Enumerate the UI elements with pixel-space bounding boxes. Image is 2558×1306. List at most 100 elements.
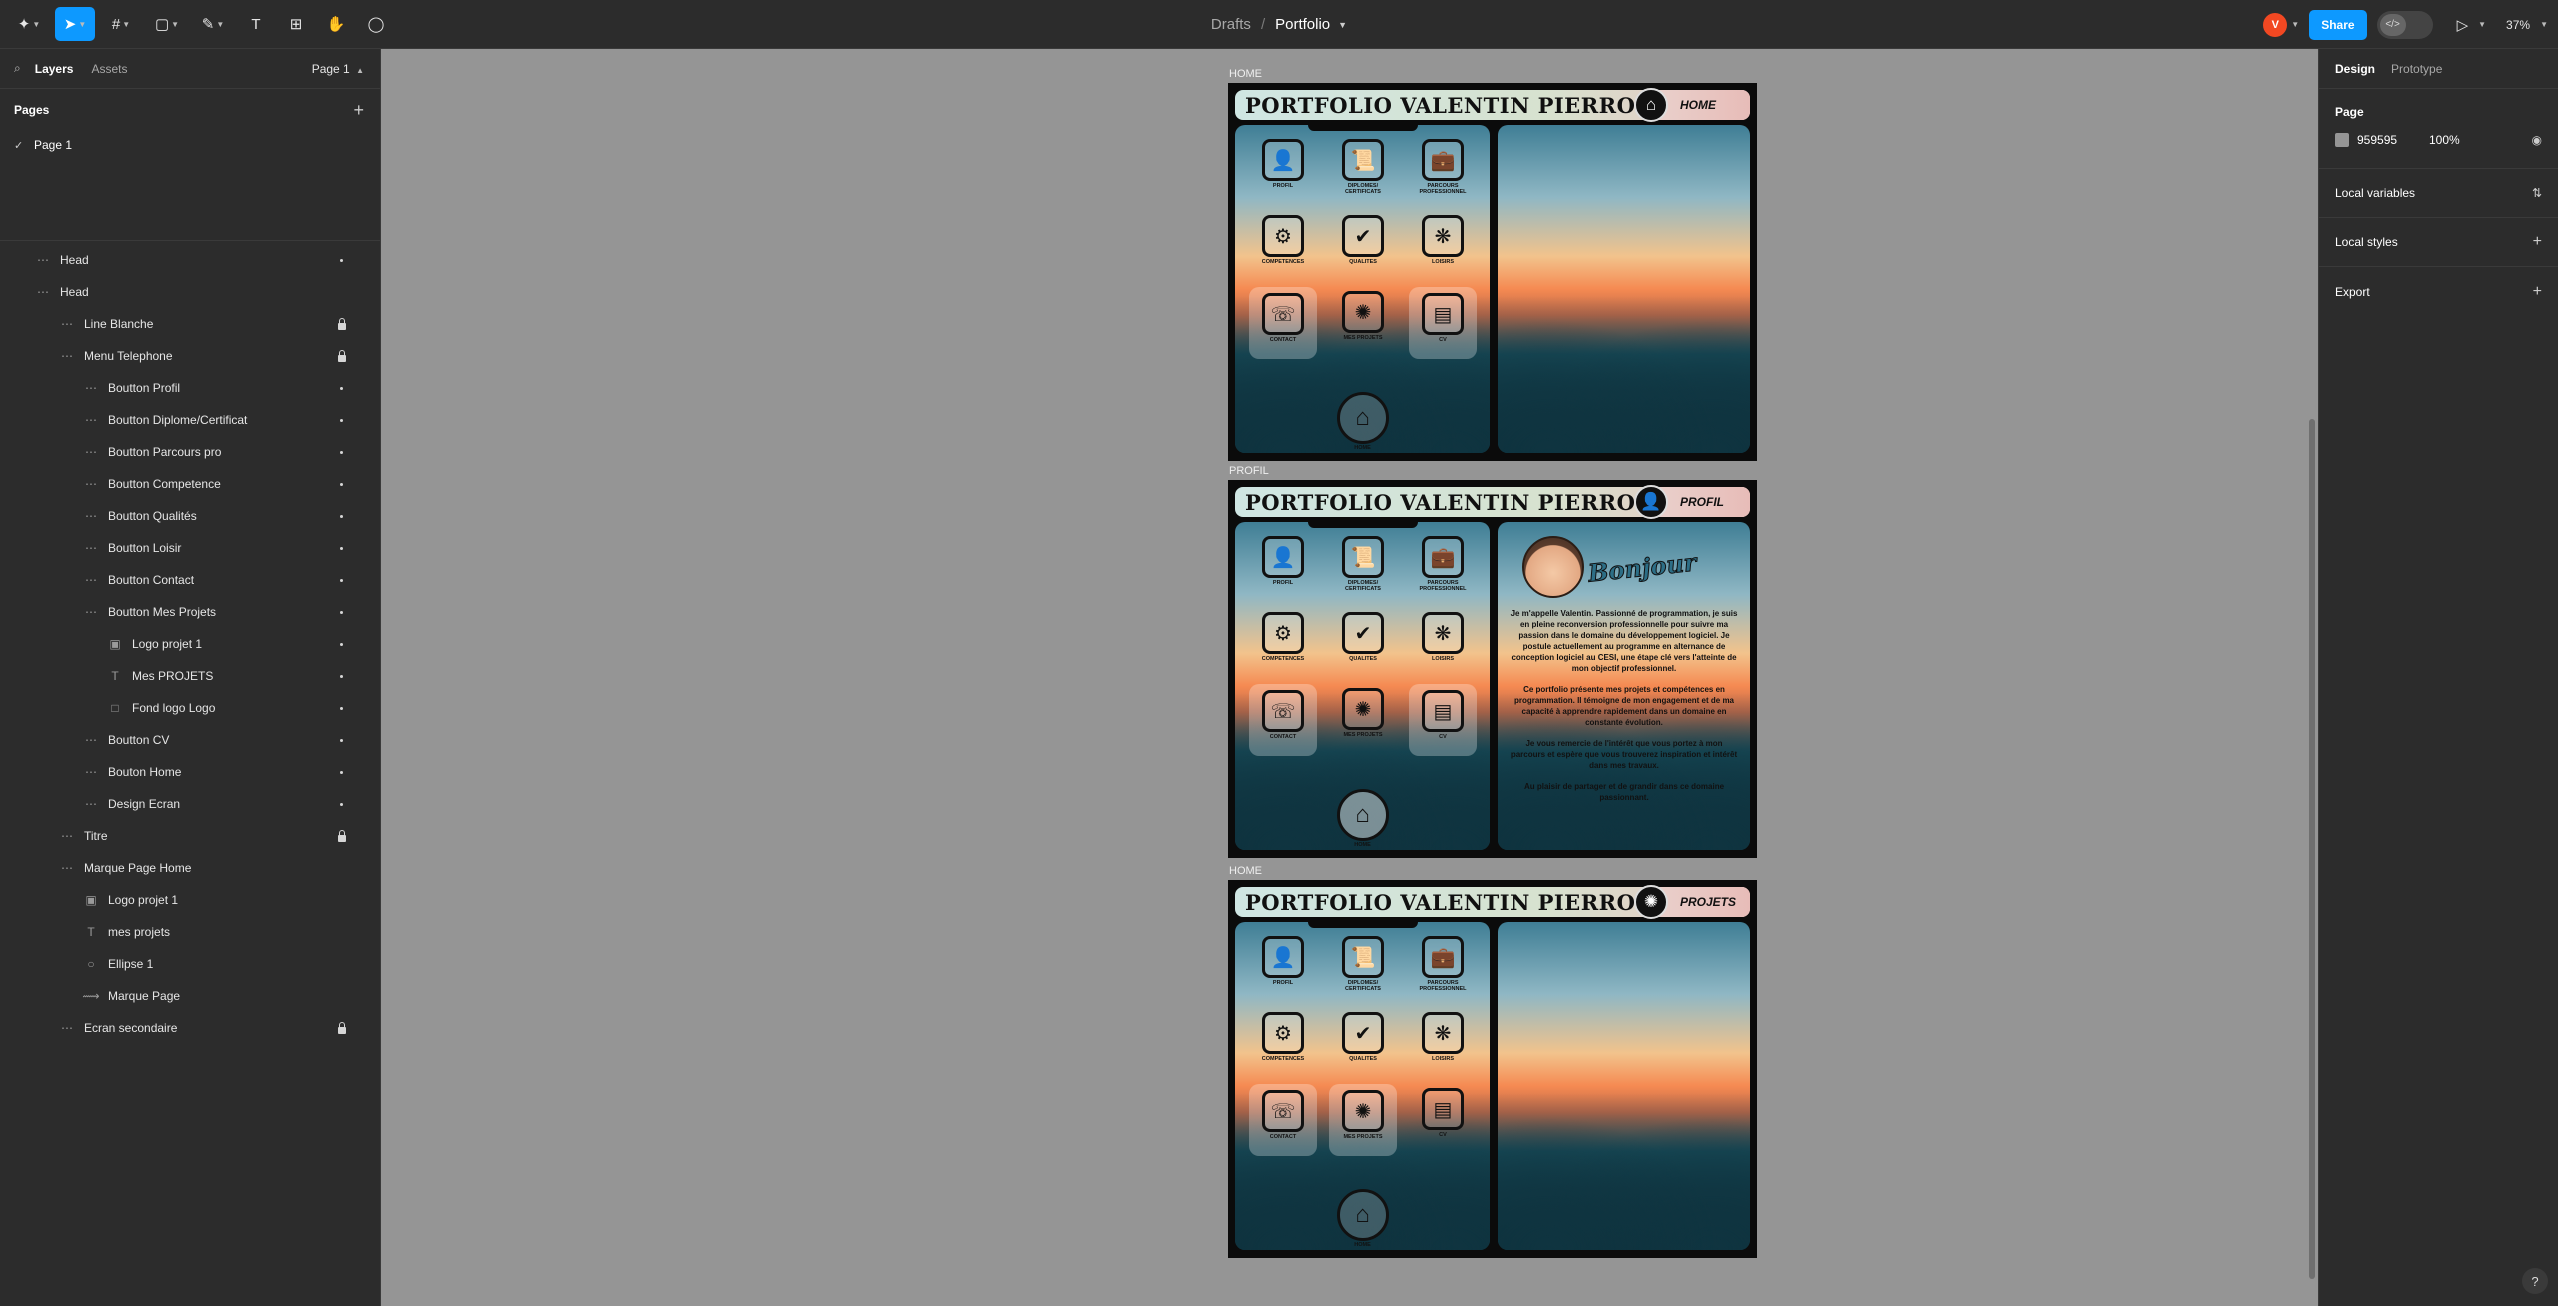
layer-item[interactable]: ⋯ Boutton CV [0,724,380,756]
add-style-icon[interactable]: + [2533,233,2542,251]
layer-item[interactable]: ▣ Logo projet 1 [0,628,380,660]
layer-item[interactable]: ⋯ Titre [0,820,380,852]
layer-item[interactable]: ⋯ Boutton Loisir [0,532,380,564]
layer-item[interactable]: Tmes projets [0,916,380,948]
page-selector[interactable]: Page 1 ▲ [312,62,364,76]
app-button[interactable]: ✔ QUALITES [1323,606,1403,682]
text-tool-button[interactable]: T [239,7,273,41]
app-button[interactable]: 📜 DIPLOMES/ CERTIFICATS [1323,530,1403,606]
visibility-eye-icon[interactable]: ◉ [2532,133,2542,147]
app-button[interactable]: 📜 DIPLOMES/ CERTIFICATS [1323,930,1403,1006]
zoom-chevron-icon[interactable]: ▼ [2540,20,2548,29]
help-button[interactable]: ? [2522,1268,2548,1294]
app-button[interactable]: ⚙ COMPETENCES [1243,209,1323,285]
user-avatar[interactable]: V [2263,12,2288,37]
variables-settings-icon[interactable]: ⇅ [2532,186,2542,200]
avatar-chevron-icon[interactable]: ▼ [2291,20,2299,29]
layer-item[interactable]: ⋯ Head [0,244,380,276]
local-styles-section[interactable]: Local styles + [2319,218,2558,267]
layer-item[interactable]: ⋯ Boutton Profil [0,372,380,404]
app-button[interactable]: 💼 PARCOURS PROFESSIONNEL [1403,530,1483,606]
add-export-icon[interactable]: + [2533,283,2542,301]
app-button[interactable]: ☏ CONTACT [1249,684,1317,756]
file-menu-chevron-icon[interactable]: ▼ [1338,20,1347,30]
app-button[interactable]: 👤 PROFIL [1243,133,1323,209]
page-fill-hex[interactable]: 959595 [2357,133,2429,147]
layer-item[interactable]: □ Fond logo Logo [0,692,380,724]
app-button[interactable]: ✺ MES PROJETS [1323,682,1403,758]
layer-item[interactable]: ⋯ Boutton Contact [0,564,380,596]
shape-tool-button[interactable]: ▢ ▼ [147,7,187,41]
resources-tool-button[interactable]: ⊞ [279,7,313,41]
app-button[interactable]: 💼 PARCOURS PROFESSIONNEL [1403,133,1483,209]
page-fill-swatch[interactable] [2335,133,2349,147]
home-button[interactable]: ⌂ HOME [1335,392,1391,451]
frame-label[interactable]: PROFIL [1229,465,1269,477]
layer-item[interactable]: ⋯ Line Blanche [0,308,380,340]
export-section[interactable]: Export + [2319,267,2558,316]
lock-icon[interactable] [338,1022,346,1034]
layer-item[interactable]: ⋯ Boutton Mes Projets [0,596,380,628]
app-button[interactable]: ☏ CONTACT [1249,287,1317,359]
lock-icon[interactable] [338,830,346,842]
layer-item[interactable]: ⋯ Ecran secondaire [0,1012,380,1044]
move-tool-button[interactable]: ➤ ▼ [55,7,95,41]
lock-icon[interactable] [338,318,346,330]
frame-label[interactable]: HOME [1229,865,1262,877]
layer-item[interactable]: ⋯ Boutton Diplome/Certificat [0,404,380,436]
app-button[interactable]: ❋ LOISIRS [1403,606,1483,682]
frame-label[interactable]: HOME [1229,68,1262,80]
app-button[interactable]: ✔ QUALITES [1323,1006,1403,1082]
app-button[interactable]: ☏ CONTACT [1249,1084,1317,1156]
app-button[interactable]: ✺ MES PROJETS [1323,285,1403,361]
app-button[interactable]: 📜 DIPLOMES/ CERTIFICATS [1323,133,1403,209]
breadcrumb-drafts[interactable]: Drafts [1211,16,1251,33]
app-button[interactable]: ▤ CV [1403,1082,1483,1158]
comment-tool-button[interactable]: ◯ [359,7,393,41]
app-button[interactable]: ✺ MES PROJETS [1329,1084,1397,1156]
app-button[interactable]: 💼 PARCOURS PROFESSIONNEL [1403,930,1483,1006]
layer-item[interactable]: ▣ Logo projet 1 [0,884,380,916]
dev-mode-toggle[interactable]: </> [2376,10,2433,39]
frame-empty[interactable]: PORTFOLIO VALENTIN PIERRON ⌂ HOME 👤 PROFIL 📜 D… [1228,83,1757,461]
local-variables-section[interactable]: Local variables ⇅ [2319,169,2558,218]
app-button[interactable]: ▤ CV [1409,684,1477,756]
add-page-icon[interactable]: + [353,100,364,121]
home-button[interactable]: ⌂ HOME [1335,1189,1391,1248]
layer-item[interactable]: ⋯ Boutton Parcours pro [0,436,380,468]
page-item-page-1[interactable]: ✓ Page 1 [0,131,380,159]
file-name[interactable]: Portfolio [1275,16,1330,33]
app-button[interactable]: ❋ LOISIRS [1403,209,1483,285]
present-play-icon[interactable]: ▷ [2457,16,2469,34]
tab-layers[interactable]: Layers [35,62,74,76]
share-button[interactable]: Share [2309,9,2367,40]
page-fill-opacity[interactable]: 100% [2429,133,2532,147]
tab-assets[interactable]: Assets [91,62,127,76]
frame-tool-button[interactable]: # ▼ [101,7,141,41]
layer-item[interactable]: ⋯ Head [0,276,380,308]
home-button[interactable]: ⌂ HOME [1335,789,1391,848]
canvas-scrollbar[interactable] [2309,419,2315,1279]
layer-item[interactable]: ⋯ Boutton Qualités [0,500,380,532]
tab-prototype[interactable]: Prototype [2391,62,2442,76]
main-menu-button[interactable]: ✦ ▼ [9,7,49,41]
search-layers-icon[interactable]: ⌕ [14,61,21,76]
layer-item[interactable]: ⋯ Bouton Home [0,756,380,788]
layer-item[interactable]: ⋯ Menu Telephone [0,340,380,372]
app-button[interactable]: ✔ QUALITES [1323,209,1403,285]
layer-item[interactable]: T Mes PROJETS [0,660,380,692]
tab-design[interactable]: Design [2335,62,2375,76]
layer-item[interactable]: ⋯ Marque Page Home [0,852,380,884]
layer-item[interactable]: ⋯ Design Ecran [0,788,380,820]
zoom-level[interactable]: 37% [2506,18,2530,32]
layer-item[interactable]: ⋯ Boutton Competence [0,468,380,500]
pen-tool-button[interactable]: ✎ ▼ [193,7,233,41]
canvas[interactable]: HOME PORTFOLIO VALENTIN PIERRON ⌂ HOME 👤 PROF… [381,49,2318,1306]
present-chevron-icon[interactable]: ▼ [2478,20,2486,29]
lock-icon[interactable] [338,350,346,362]
app-button[interactable]: ▤ CV [1409,287,1477,359]
layer-item[interactable]: ⟿ Marque Page [0,980,380,1012]
hand-tool-button[interactable]: ✋ [319,7,353,41]
frame-profil[interactable]: PORTFOLIO VALENTIN PIERRON 👤 PROFIL 👤 PROFIL… [1228,480,1757,858]
layer-item[interactable]: ○ Ellipse 1 [0,948,380,980]
